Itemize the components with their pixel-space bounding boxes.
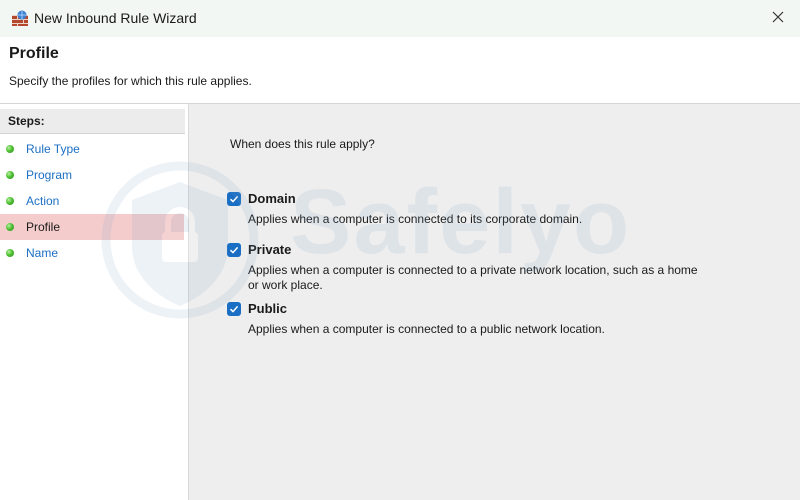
green-dot-icon: [6, 171, 14, 179]
close-button[interactable]: [756, 0, 800, 37]
step-action[interactable]: Action: [0, 188, 184, 214]
step-rule-type[interactable]: Rule Type: [0, 136, 184, 162]
private-label: Private: [248, 242, 292, 257]
public-checkbox[interactable]: [227, 302, 241, 316]
domain-label: Domain: [248, 191, 296, 206]
green-dot-icon: [6, 223, 14, 231]
private-checkbox[interactable]: [227, 243, 241, 257]
page-header: Profile Specify the profiles for which t…: [0, 37, 800, 104]
public-label: Public: [248, 301, 288, 316]
steps-sidebar: Steps: Rule Type Program Action Profile …: [0, 104, 189, 500]
step-label: Action: [26, 194, 60, 208]
checkmark-icon: [229, 195, 239, 203]
green-dot-icon: [6, 249, 14, 257]
public-description: Applies when a computer is connected to …: [248, 322, 605, 336]
checkmark-icon: [229, 305, 239, 313]
step-program[interactable]: Program: [0, 162, 184, 188]
domain-checkbox[interactable]: [227, 192, 241, 206]
step-label: Program: [26, 168, 73, 182]
private-description: Applies when a computer is connected to …: [248, 263, 698, 292]
steps-heading: Steps:: [0, 109, 185, 134]
firewall-icon: [11, 10, 29, 27]
step-label: Profile: [26, 220, 61, 234]
checkmark-icon: [229, 246, 239, 254]
step-label: Name: [26, 246, 59, 260]
title-bar: New Inbound Rule Wizard: [0, 0, 800, 38]
window-title: New Inbound Rule Wizard: [34, 10, 197, 26]
green-dot-icon: [6, 197, 14, 205]
green-dot-icon: [6, 145, 14, 153]
close-icon: [772, 10, 784, 28]
step-profile[interactable]: Profile: [0, 214, 184, 240]
page-subtitle: Specify the profiles for which this rule…: [9, 74, 252, 88]
main-panel: When does this rule apply? Domain Applie…: [189, 104, 800, 500]
question-text: When does this rule apply?: [230, 137, 375, 151]
domain-description: Applies when a computer is connected to …: [248, 212, 583, 226]
page-title: Profile: [9, 45, 59, 62]
step-label: Rule Type: [26, 142, 80, 156]
wizard-window: New Inbound Rule Wizard Profile Specify …: [0, 0, 800, 500]
step-name[interactable]: Name: [0, 240, 184, 266]
steps-heading-label: Steps:: [8, 114, 45, 128]
